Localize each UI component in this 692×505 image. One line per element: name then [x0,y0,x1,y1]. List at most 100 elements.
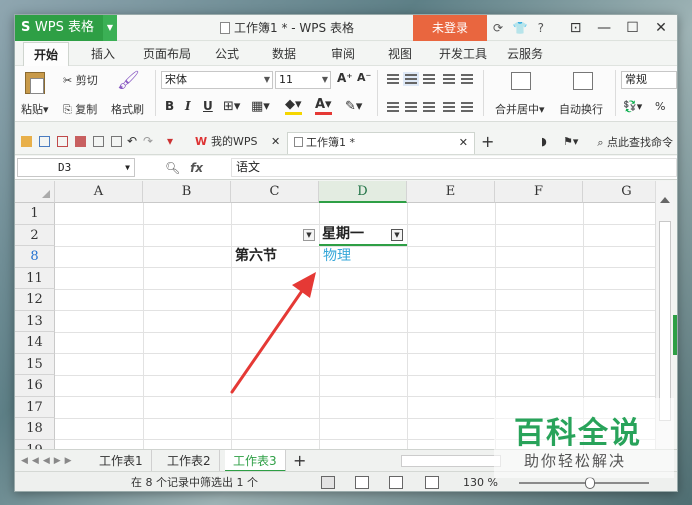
column-header-f[interactable]: F [495,181,583,203]
row-header-12[interactable]: 12 [15,289,55,311]
app-menu-button[interactable]: S WPS 表格 ▼ [15,15,117,41]
name-box[interactable]: D3 ▼ [17,158,135,177]
tab-home[interactable]: 开始 [23,42,70,66]
tab-insert[interactable]: 插入 [91,42,115,66]
command-search[interactable]: ⌕ 点此查找命令 [597,130,673,155]
column-header-e[interactable]: E [407,181,495,203]
row-header-11[interactable]: 11 [15,267,55,289]
clear-format-icon[interactable]: ✎▾ [345,99,362,114]
filter-dropdown-c2[interactable]: ▼ [303,229,315,241]
sheet-tab-1[interactable]: 工作表1 [91,450,152,472]
cell-c8[interactable]: 第六节 [235,246,277,267]
merge-center-icon[interactable] [511,72,531,90]
align-right-icon[interactable] [423,102,435,112]
column-header-d[interactable]: D [319,181,407,203]
currency-format-icon[interactable]: 💱▾ [623,100,642,113]
percent-button[interactable]: % [655,100,665,113]
spell-check-icon[interactable] [111,136,122,147]
tab-developer[interactable]: 开发工具 [439,42,487,66]
justify-icon[interactable] [443,102,455,112]
format-painter-icon[interactable]: 🖌 [117,70,140,91]
row-header-18[interactable]: 18 [15,418,55,440]
italic-button[interactable]: I [185,99,191,113]
cell-d8[interactable]: 物理 [323,246,351,267]
row-header-2[interactable]: 2 [15,224,55,246]
row-header-14[interactable]: 14 [15,332,55,354]
format-painter-button[interactable]: 格式刷 [111,101,144,117]
align-left-icon[interactable] [387,102,399,112]
tab-page-layout[interactable]: 页面布局 [143,42,191,66]
new-tab-button[interactable]: + [481,132,494,151]
open-folder-icon[interactable] [21,136,32,147]
help-icon[interactable]: ? [538,21,544,35]
copy-button[interactable]: ⎘ 复制 [63,101,97,117]
chevron-down-icon[interactable]: ▼ [125,159,130,176]
number-format-select[interactable]: 常规 [621,71,677,89]
flag-icon[interactable]: ⚑▾ [563,135,578,148]
tab-my-wps[interactable]: W 我的WPS ✕ [189,132,286,154]
tab-cloud[interactable]: 云服务 [507,42,543,66]
redo-icon[interactable]: ↷ [143,134,153,148]
page-break-view-icon[interactable] [389,476,403,489]
tab-formulas[interactable]: 公式 [215,42,239,66]
fx-icon[interactable]: fx [190,161,203,175]
scroll-up-icon[interactable] [660,197,670,203]
increase-indent-icon[interactable] [461,74,473,84]
distributed-icon[interactable] [461,102,473,112]
page-layout-view-icon[interactable] [355,476,369,489]
side-panel-toggle[interactable] [673,315,677,355]
paste-icon[interactable] [25,72,45,94]
tab-review[interactable]: 审阅 [331,42,355,66]
font-size-select[interactable]: 11 ▼ [275,71,331,89]
tab-view[interactable]: 视图 [388,42,412,66]
normal-view-icon[interactable] [321,476,335,489]
row-header-1[interactable]: 1 [15,203,55,225]
cell-style-icon[interactable]: ▦▾ [251,99,270,114]
formula-input[interactable]: 语文 [231,158,677,177]
row-header-8[interactable]: 8 [15,246,55,268]
shrink-font-button[interactable]: A⁻ [357,71,371,84]
wrap-text-icon[interactable] [573,72,593,90]
horizontal-scrollbar[interactable] [401,455,501,467]
minimize-icon[interactable]: — [592,15,616,41]
column-header-c[interactable]: C [231,181,319,203]
undo-icon[interactable]: ↶ [127,134,137,148]
borders-icon[interactable]: ⊞▾ [223,99,240,114]
scrollbar-thumb[interactable] [659,221,671,421]
login-button[interactable]: 未登录 [413,15,487,41]
bold-button[interactable]: B [165,99,174,113]
align-bottom-icon[interactable] [423,74,435,84]
sheet-nav-arrows[interactable]: ◀◀◀▶▶ [21,450,76,472]
cell-d2[interactable]: 星期一 [322,224,364,245]
align-top-icon[interactable] [387,74,399,84]
sheet-tab-3[interactable]: 工作表3 [225,450,286,472]
font-color-icon[interactable]: A▾ [315,97,332,115]
wrap-text-button[interactable]: 自动换行 [559,101,603,117]
add-sheet-button[interactable]: + [293,450,306,472]
row-header-15[interactable]: 15 [15,353,55,375]
maximize-icon[interactable]: ☐ [621,15,645,41]
zoom-slider[interactable] [519,482,649,484]
sync-icon[interactable]: ⟳ [493,21,503,35]
grow-font-button[interactable]: A⁺ [337,71,353,85]
cut-button[interactable]: ✂ 剪切 [63,72,98,88]
column-header-g[interactable]: G [583,181,655,203]
reading-mode-icon[interactable] [425,476,439,489]
restore-layout-icon[interactable]: ⊡ [564,15,588,41]
row-header-17[interactable]: 17 [15,396,55,418]
skin-icon[interactable]: 👕 [513,21,528,35]
align-middle-icon[interactable] [403,72,419,86]
close-tab-icon[interactable]: ✕ [271,135,280,148]
column-header-b[interactable]: B [143,181,231,203]
select-all-corner[interactable] [15,181,55,203]
merge-center-button[interactable]: 合并居中▾ [495,101,545,117]
row-header-19[interactable]: 19 [15,439,55,449]
align-center-icon[interactable] [405,102,417,112]
close-tab-icon[interactable]: ✕ [459,133,468,153]
tab-data[interactable]: 数据 [272,42,296,66]
paste-button[interactable]: 粘贴▾ [21,101,49,117]
decrease-indent-icon[interactable] [443,74,455,84]
row-header-13[interactable]: 13 [15,310,55,332]
zoom-slider-handle[interactable] [585,477,595,489]
tab-workbook1[interactable]: 工作簿1 * ✕ [287,132,475,154]
